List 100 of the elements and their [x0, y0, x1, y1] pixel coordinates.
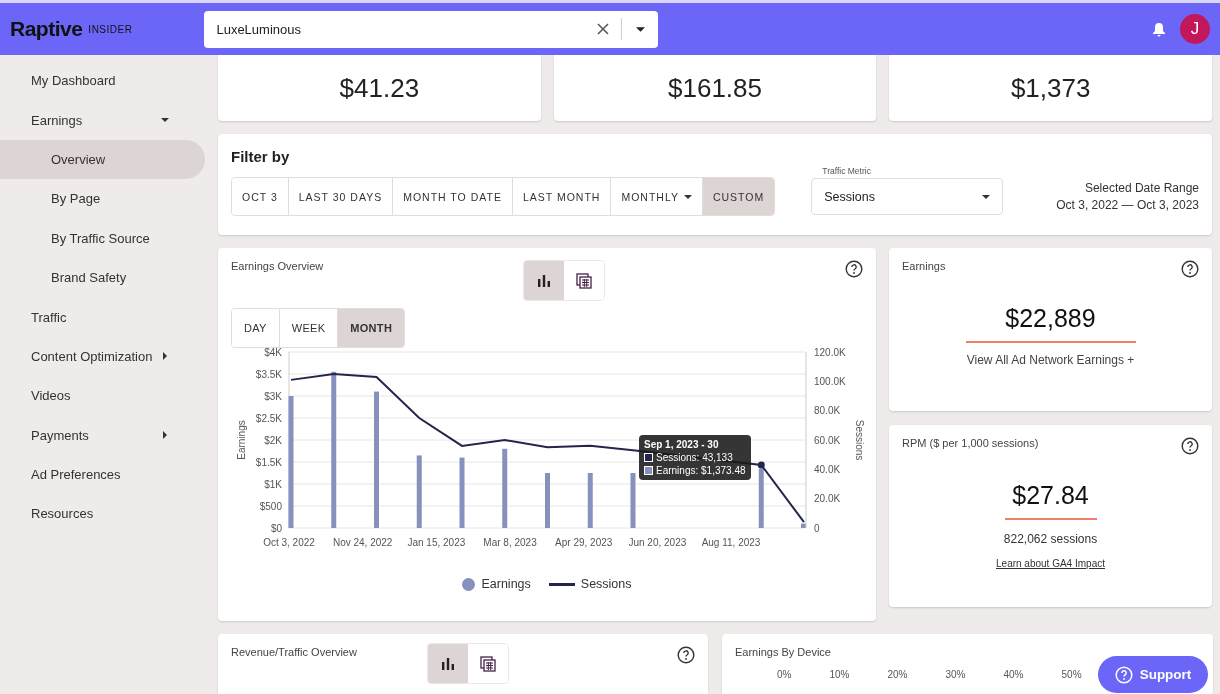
summary-value: $161.85: [668, 72, 762, 104]
axis-tick-label: 40%: [1003, 669, 1024, 680]
axis-tick-label: $1.5K: [255, 456, 282, 468]
view-toggle-button[interactable]: [427, 644, 468, 683]
axis-tick-label: 0%: [777, 669, 792, 680]
axis-tick-label: 100.0K: [814, 375, 846, 387]
select-value: Sessions: [824, 189, 875, 204]
legend-item[interactable]: Earnings: [462, 577, 531, 591]
axis-tick-label: 20.0K: [814, 493, 841, 505]
earnings-value: $22,889: [1005, 304, 1096, 334]
axis-tick-label: Nov 24, 2022: [332, 537, 393, 548]
earnings-bar[interactable]: [758, 468, 764, 528]
axis-tick-label: $0: [270, 522, 282, 534]
sidebar-item[interactable]: Traffic: [0, 297, 205, 337]
help-icon[interactable]: [1181, 437, 1199, 455]
axis-tick-label: 60.0K: [814, 434, 841, 446]
axis-tick-label: Apr 29, 2023: [555, 537, 613, 548]
date-range-value: Oct 3, 2022 — Oct 3, 2023: [1056, 198, 1199, 213]
axis-tick-label: $2K: [264, 434, 282, 446]
axis-title: Sessions: [854, 419, 865, 461]
axis-tick-label: $3.5K: [255, 368, 282, 380]
axis-tick-label: $500: [259, 500, 282, 512]
card-title: Earnings Overview: [231, 260, 324, 272]
legend-line-icon: [548, 582, 575, 586]
bar-chart-icon: [440, 657, 455, 670]
sidebar-item[interactable]: By Traffic Source: [0, 218, 205, 258]
axis-tick-label: 80.0K: [814, 405, 841, 417]
axis-tick-label: Mar 8, 2023: [483, 537, 537, 548]
legend-dot-icon: [462, 577, 476, 591]
axis-tick-label: $3K: [264, 390, 282, 402]
caret-icon: [161, 431, 169, 440]
bell-icon[interactable]: [1152, 21, 1166, 37]
sidebar-item[interactable]: Overview: [0, 139, 205, 180]
summary-value: $1,373: [1010, 72, 1091, 104]
sidebar-item[interactable]: Payments: [0, 415, 205, 455]
axis-tick-label: 20%: [887, 669, 908, 680]
sessions-count: 822,062 sessions: [1003, 532, 1098, 546]
series-swatch: [644, 466, 653, 475]
logo-suffix: INSIDER: [88, 23, 133, 35]
earnings-bar[interactable]: [587, 473, 593, 528]
sidebar-item[interactable]: Videos: [0, 376, 205, 416]
tooltip-line: Sessions: 43,133: [656, 452, 733, 463]
sidebar-item[interactable]: Earnings: [0, 100, 205, 140]
field-label: Traffic Metric: [822, 166, 871, 177]
view-toggle-button[interactable]: [524, 261, 565, 300]
calculator-icon: [479, 655, 496, 672]
rpm-value: $27.84: [1012, 481, 1089, 511]
date-range-button[interactable]: CUSTOM: [702, 178, 775, 216]
axis-title: Earnings: [236, 420, 247, 460]
axis-tick-label: 30%: [945, 669, 966, 680]
axis-tick-label: 0: [814, 522, 820, 534]
logo[interactable]: Raptive: [10, 17, 83, 41]
axis-tick-label: Oct 3, 2022: [263, 537, 315, 548]
summary-value: $41.23: [339, 72, 420, 104]
axis-tick-label: 50%: [1061, 669, 1082, 680]
tooltip-line: Earnings: $1,373.48: [656, 465, 746, 476]
filter-title: Filter by: [231, 148, 291, 166]
earnings-link[interactable]: View All Ad Network Earnings +: [966, 353, 1135, 367]
ga4-link[interactable]: Learn about GA4 Impact: [996, 558, 1105, 569]
caret-icon: [683, 192, 692, 201]
help-icon[interactable]: [845, 260, 863, 278]
axis-tick-label: Jan 15, 2023: [407, 537, 466, 548]
earnings-bar[interactable]: [502, 448, 508, 528]
series-swatch: [644, 453, 653, 462]
axis-tick-label: $1K: [264, 478, 282, 490]
help-icon[interactable]: [1181, 260, 1199, 278]
bar-chart-icon: [537, 274, 552, 287]
card-title: Earnings By Device: [735, 646, 832, 658]
legend-item[interactable]: Sessions: [548, 577, 632, 591]
period-tab[interactable]: DAY: [232, 309, 280, 347]
earnings-bar[interactable]: [331, 371, 337, 528]
support-button[interactable]: Support: [1098, 656, 1208, 693]
axis-tick-label: $4K: [264, 346, 282, 358]
calculator-icon: [576, 272, 593, 289]
sidebar-item[interactable]: Content Optimization: [0, 336, 205, 377]
caret-icon: [982, 192, 991, 201]
axis-tick-label: Aug 11, 2023: [701, 537, 761, 548]
period-tab[interactable]: MONTH: [338, 309, 405, 347]
card-title: RPM ($ per 1,000 sessions): [902, 437, 1039, 449]
sidebar-item[interactable]: My Dashboard: [0, 61, 205, 101]
axis-tick-label: 40.0K: [814, 463, 841, 475]
help-icon: [1114, 665, 1133, 684]
earnings-bar[interactable]: [416, 455, 422, 528]
sidebar-item[interactable]: By Page: [0, 179, 205, 219]
card-title: Revenue/Traffic Overview: [231, 646, 357, 658]
sidebar-item[interactable]: Brand Safety: [0, 257, 205, 298]
sidebar-item[interactable]: Ad Preferences: [0, 454, 205, 495]
axis-tick-label: 120.0K: [814, 346, 846, 358]
user-avatar[interactable]: J: [1180, 14, 1210, 44]
hover-point: [757, 461, 765, 469]
date-range-button[interactable]: OCT 3: [232, 178, 289, 216]
caret-icon: [161, 352, 169, 361]
caret-icon: [161, 116, 169, 125]
sidebar-item[interactable]: Resources: [0, 494, 205, 534]
site-select[interactable]: LuxeLuminous: [204, 10, 659, 48]
tooltip-title: Sep 1, 2023 - 30: [644, 439, 720, 450]
date-range-label: Selected Date Range: [1083, 181, 1199, 196]
help-icon[interactable]: [677, 646, 695, 664]
card-title: Earnings: [902, 260, 946, 272]
axis-tick-label: Jun 20, 2023: [628, 537, 687, 548]
